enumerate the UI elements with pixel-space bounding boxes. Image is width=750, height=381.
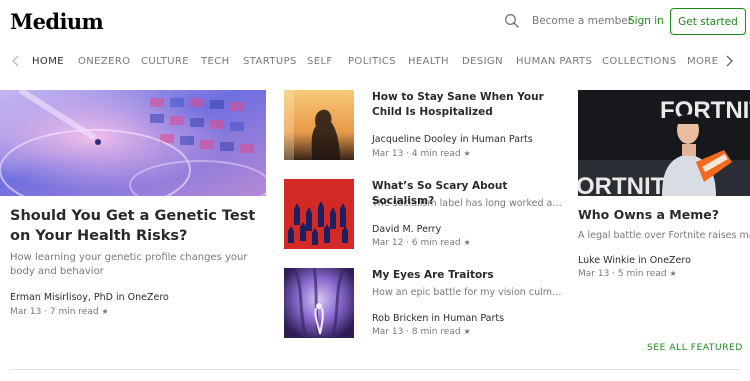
featured-story-title[interactable]: Should You Get a Genetic Test on Your He… [10,206,268,246]
eyes-traitors-story-image[interactable] [284,268,354,338]
nav-item-collections[interactable]: COLLECTIONS [602,56,676,67]
star-icon: ★ [463,238,471,247]
nav-item-self[interactable]: SELF [307,56,333,67]
story-date-readtime: Mar 13 · 8 min read [372,327,461,337]
nav-item-home[interactable]: HOME [32,56,64,67]
hospitalized-story-image[interactable] [284,90,354,160]
chevron-right-icon[interactable] [724,55,734,67]
hospitalized-story-author[interactable]: Jacqueline Dooley in Human Parts [372,134,533,145]
socialism-story-meta: Mar 12 · 6 min read ★ [372,238,471,248]
sign-in-link[interactable]: Sign in [628,15,664,27]
genetic-test-image[interactable] [0,90,266,196]
meme-story-image[interactable]: FORTNITE ORTNITE [578,90,750,196]
medium-logo[interactable]: Medium [10,9,104,34]
featured-story-subtitle[interactable]: How learning your genetic profile change… [10,251,260,279]
nav-item-health[interactable]: HEALTH [408,56,449,67]
fortnite-banner-text: FORTNITE [660,97,750,124]
see-all-label: SEE ALL FEATURED [647,343,743,353]
eyes-traitors-story-author[interactable]: Rob Bricken in Human Parts [372,313,504,324]
nav-item-human-parts[interactable]: HUMAN PARTS [516,56,592,67]
story-date-readtime: Mar 13 · 5 min read [578,269,667,279]
star-icon: ★ [101,307,109,316]
nav-item-culture[interactable]: CULTURE [141,56,189,67]
meme-story-author[interactable]: Luke Winkie in OneZero [578,255,691,266]
meme-story-meta: Mar 13 · 5 min read ★ [578,269,677,279]
socialism-story-image[interactable] [284,179,354,249]
topic-nav: HOME ONEZERO CULTURE TECH STARTUPS SELF … [0,52,750,72]
become-member-link[interactable]: Become a member [532,15,632,27]
story-date-readtime: Mar 12 · 6 min read [372,238,461,248]
story-date-readtime: Mar 13 · 7 min read [10,307,99,317]
story-date-readtime: Mar 13 · 4 min read [372,149,461,159]
nav-item-tech[interactable]: TECH [201,56,230,67]
see-all-featured-link[interactable]: SEE ALL FEATURED [647,342,750,353]
hospitalized-story-meta: Mar 13 · 4 min read ★ [372,149,471,159]
star-icon: ★ [463,149,471,158]
star-icon: ★ [463,327,471,336]
nav-item-more[interactable]: MORE [687,56,718,67]
section-divider [10,369,740,370]
featured-story-meta: Mar 13 · 7 min read ★ [10,307,109,317]
meme-story-title[interactable]: Who Owns a Meme? [578,207,719,222]
star-icon: ★ [669,269,677,278]
nav-item-onezero[interactable]: ONEZERO [78,56,130,67]
socialism-story-subtitle[interactable]: The socialism label has long worked as a… [372,198,562,209]
get-started-button[interactable]: Get started [670,8,746,35]
hospitalized-story-title[interactable]: How to Stay Sane When Your Child Is Hosp… [372,90,568,119]
eyes-traitors-story-meta: Mar 13 · 8 min read ★ [372,327,471,337]
eyes-traitors-story-title[interactable]: My Eyes Are Traitors [372,268,568,283]
featured-story-author[interactable]: Erman Misirlisoy, PhD in OneZero [10,292,169,303]
nav-item-startups[interactable]: STARTUPS [243,56,297,67]
eyes-traitors-story-subtitle[interactable]: How an epic battle for my vision culmina… [372,287,562,298]
meme-story-subtitle[interactable]: A legal battle over Fortnite raises many… [578,230,750,241]
search-icon[interactable] [504,13,520,29]
socialism-story-author[interactable]: David M. Perry [372,224,441,235]
site-header: Medium Become a member Sign in Get start… [0,0,750,44]
chevron-left-icon[interactable] [11,55,21,67]
nav-item-design[interactable]: DESIGN [462,56,503,67]
nav-item-politics[interactable]: POLITICS [348,56,396,67]
